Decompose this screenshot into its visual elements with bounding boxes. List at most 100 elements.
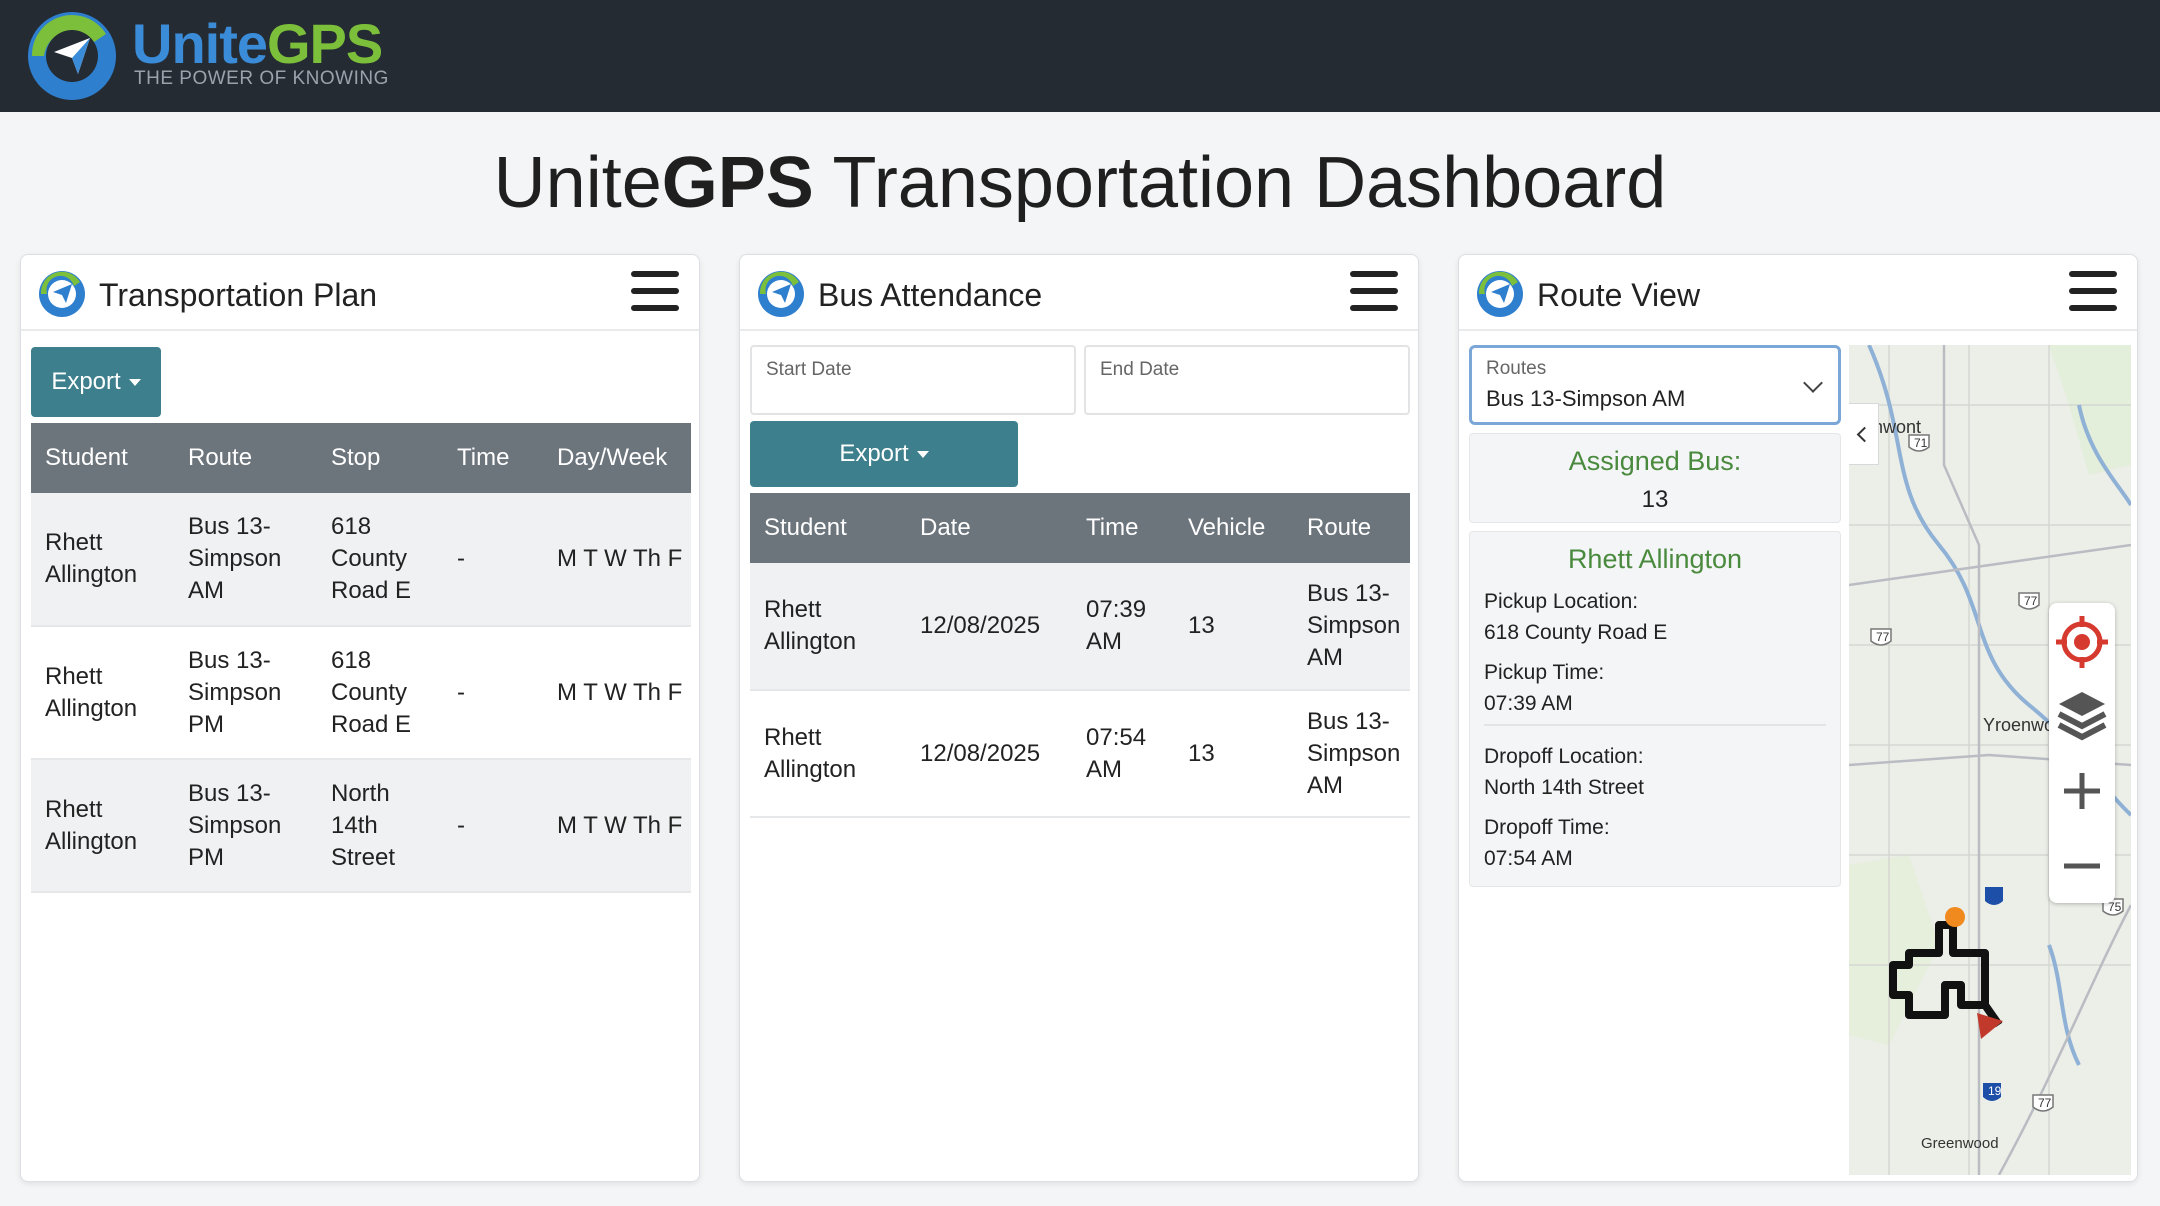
- col-time[interactable]: Time: [1072, 493, 1174, 563]
- unitegps-badge-icon: [1477, 271, 1523, 317]
- route-shield-label: 77: [1876, 630, 1890, 644]
- cell-student: Rhett Allington: [31, 493, 174, 627]
- caret-down-icon: [916, 451, 929, 459]
- cell-vehicle: 13: [1174, 690, 1293, 818]
- route-map[interactable]: nwont Yroenwo Greenwood 71 77 77 77 19 7…: [1849, 345, 2131, 1175]
- cell-date: 12/08/2025: [906, 690, 1072, 818]
- cell-time: -: [443, 626, 543, 760]
- dropoff-location-value: North 14th Street: [1484, 776, 1644, 799]
- export-button[interactable]: Export: [750, 421, 1018, 487]
- hamburger-menu-icon[interactable]: [631, 271, 679, 315]
- assigned-bus-panel: Assigned Bus: 13: [1469, 433, 1841, 523]
- table-row[interactable]: Rhett Allington 12/08/2025 07:39 AM 13 B…: [750, 563, 1410, 691]
- cell-stop: 618 County Road E: [317, 493, 443, 627]
- end-date-input[interactable]: End Date: [1084, 345, 1410, 415]
- cell-route: Bus 13-Simpson PM: [174, 626, 317, 760]
- cell-days: M T W Th F: [543, 759, 691, 893]
- unitegps-badge-icon: [758, 271, 804, 317]
- divider: [1484, 724, 1826, 726]
- route-shield-label: 71: [1914, 436, 1928, 450]
- card-header: Transportation Plan: [21, 255, 699, 331]
- top-header: UniteGPS THE POWER OF KNOWING: [0, 0, 2160, 112]
- cell-route: Bus 13-Simpson AM: [1293, 563, 1410, 691]
- col-route[interactable]: Route: [1293, 493, 1410, 563]
- bus-attendance-card: Bus Attendance Start Date End Date Expor…: [739, 254, 1419, 1182]
- cell-date: 12/08/2025: [906, 563, 1072, 691]
- student-route-details: Rhett Allington Pickup Location: 618 Cou…: [1469, 531, 1841, 887]
- caret-down-icon: [128, 379, 141, 387]
- routes-label: Routes: [1486, 358, 1547, 379]
- layers-icon[interactable]: [2049, 678, 2115, 753]
- cell-stop: 618 County Road E: [317, 626, 443, 760]
- start-date-label: Start Date: [766, 359, 852, 380]
- route-shield-label: 19: [1988, 1084, 2002, 1098]
- hamburger-menu-icon[interactable]: [2069, 271, 2117, 315]
- table-header-row: Student Route Stop Time Day/Week: [31, 423, 691, 493]
- dropoff-time-label: Dropoff Time:: [1484, 816, 1610, 839]
- cell-student: Rhett Allington: [31, 759, 174, 893]
- zoom-in-icon[interactable]: [2049, 753, 2115, 828]
- col-student[interactable]: Student: [31, 423, 174, 493]
- col-student[interactable]: Student: [750, 493, 906, 563]
- cell-route: Bus 13-Simpson AM: [1293, 690, 1410, 818]
- map-town-label: Greenwood: [1921, 1135, 1999, 1152]
- assigned-bus-value: 13: [1641, 486, 1669, 513]
- cell-time: 07:54 AM: [1072, 690, 1174, 818]
- table-row[interactable]: Rhett Allington Bus 13-Simpson PM North …: [31, 759, 691, 893]
- start-date-input[interactable]: Start Date: [750, 345, 1076, 415]
- cell-days: M T W Th F: [543, 493, 691, 627]
- cell-days: M T W Th F: [543, 626, 691, 760]
- route-shield-label: 77: [2038, 1096, 2052, 1110]
- cell-time: -: [443, 759, 543, 893]
- route-shield-label: 77: [2024, 594, 2038, 608]
- page-title: UniteGPS Transportation Dashboard: [493, 143, 1667, 223]
- card-title: Route View: [1537, 277, 1701, 313]
- col-stop[interactable]: Stop: [317, 423, 443, 493]
- cell-student: Rhett Allington: [31, 626, 174, 760]
- logo-globe-icon: [28, 12, 116, 100]
- card-header: Bus Attendance: [740, 255, 1418, 331]
- col-date[interactable]: Date: [906, 493, 1072, 563]
- dropoff-time-value: 07:54 AM: [1484, 847, 1573, 870]
- cell-time: 07:39 AM: [1072, 563, 1174, 691]
- unitegps-logo[interactable]: UniteGPS THE POWER OF KNOWING: [24, 8, 424, 104]
- cell-student: Rhett Allington: [750, 690, 906, 818]
- table-row[interactable]: Rhett Allington Bus 13-Simpson AM 618 Co…: [31, 493, 691, 627]
- col-time[interactable]: Time: [443, 423, 543, 493]
- chevron-down-icon: [1803, 373, 1823, 393]
- table-row[interactable]: Rhett Allington Bus 13-Simpson PM 618 Co…: [31, 626, 691, 760]
- map-controls: [2049, 603, 2115, 903]
- student-name: Rhett Allington: [1567, 544, 1743, 574]
- routes-selected-value: Bus 13-Simpson AM: [1486, 386, 1686, 411]
- cell-route: Bus 13-Simpson PM: [174, 759, 317, 893]
- cell-route: Bus 13-Simpson AM: [174, 493, 317, 627]
- zoom-out-icon[interactable]: [2049, 828, 2115, 903]
- bus-attendance-table: Student Date Time Vehicle Route Rhett Al…: [750, 493, 1410, 818]
- route-view-card: Route View Routes Bus 13-Simpson AM Assi…: [1458, 254, 2138, 1182]
- routes-select[interactable]: Routes Bus 13-Simpson AM: [1469, 345, 1841, 425]
- dropoff-location-label: Dropoff Location:: [1484, 745, 1644, 768]
- locate-icon[interactable]: [2049, 603, 2115, 678]
- map-panel-collapse-button[interactable]: [1849, 403, 1879, 465]
- brand-tagline: THE POWER OF KNOWING: [134, 68, 389, 89]
- table-row[interactable]: Rhett Allington 12/08/2025 07:54 AM 13 B…: [750, 690, 1410, 818]
- card-header: Route View: [1459, 255, 2137, 331]
- col-day-week[interactable]: Day/Week: [543, 423, 691, 493]
- export-button[interactable]: Export: [31, 347, 161, 417]
- col-vehicle[interactable]: Vehicle: [1174, 493, 1293, 563]
- hamburger-menu-icon[interactable]: [1350, 271, 1398, 315]
- end-date-label: End Date: [1100, 359, 1180, 380]
- unitegps-badge-icon: [39, 271, 85, 317]
- card-title: Bus Attendance: [818, 277, 1043, 313]
- pickup-time-label: Pickup Time:: [1484, 661, 1605, 684]
- cell-vehicle: 13: [1174, 563, 1293, 691]
- card-title: Transportation Plan: [99, 277, 378, 313]
- pickup-location-label: Pickup Location:: [1484, 590, 1639, 613]
- cell-student: Rhett Allington: [750, 563, 906, 691]
- brand-name: UniteGPS: [132, 12, 383, 75]
- transportation-plan-card: Transportation Plan Export Student Route…: [20, 254, 700, 1182]
- col-route[interactable]: Route: [174, 423, 317, 493]
- cell-time: -: [443, 493, 543, 627]
- pickup-time-value: 07:39 AM: [1484, 692, 1573, 715]
- map-town-label: Yroenwo: [1983, 715, 2055, 735]
